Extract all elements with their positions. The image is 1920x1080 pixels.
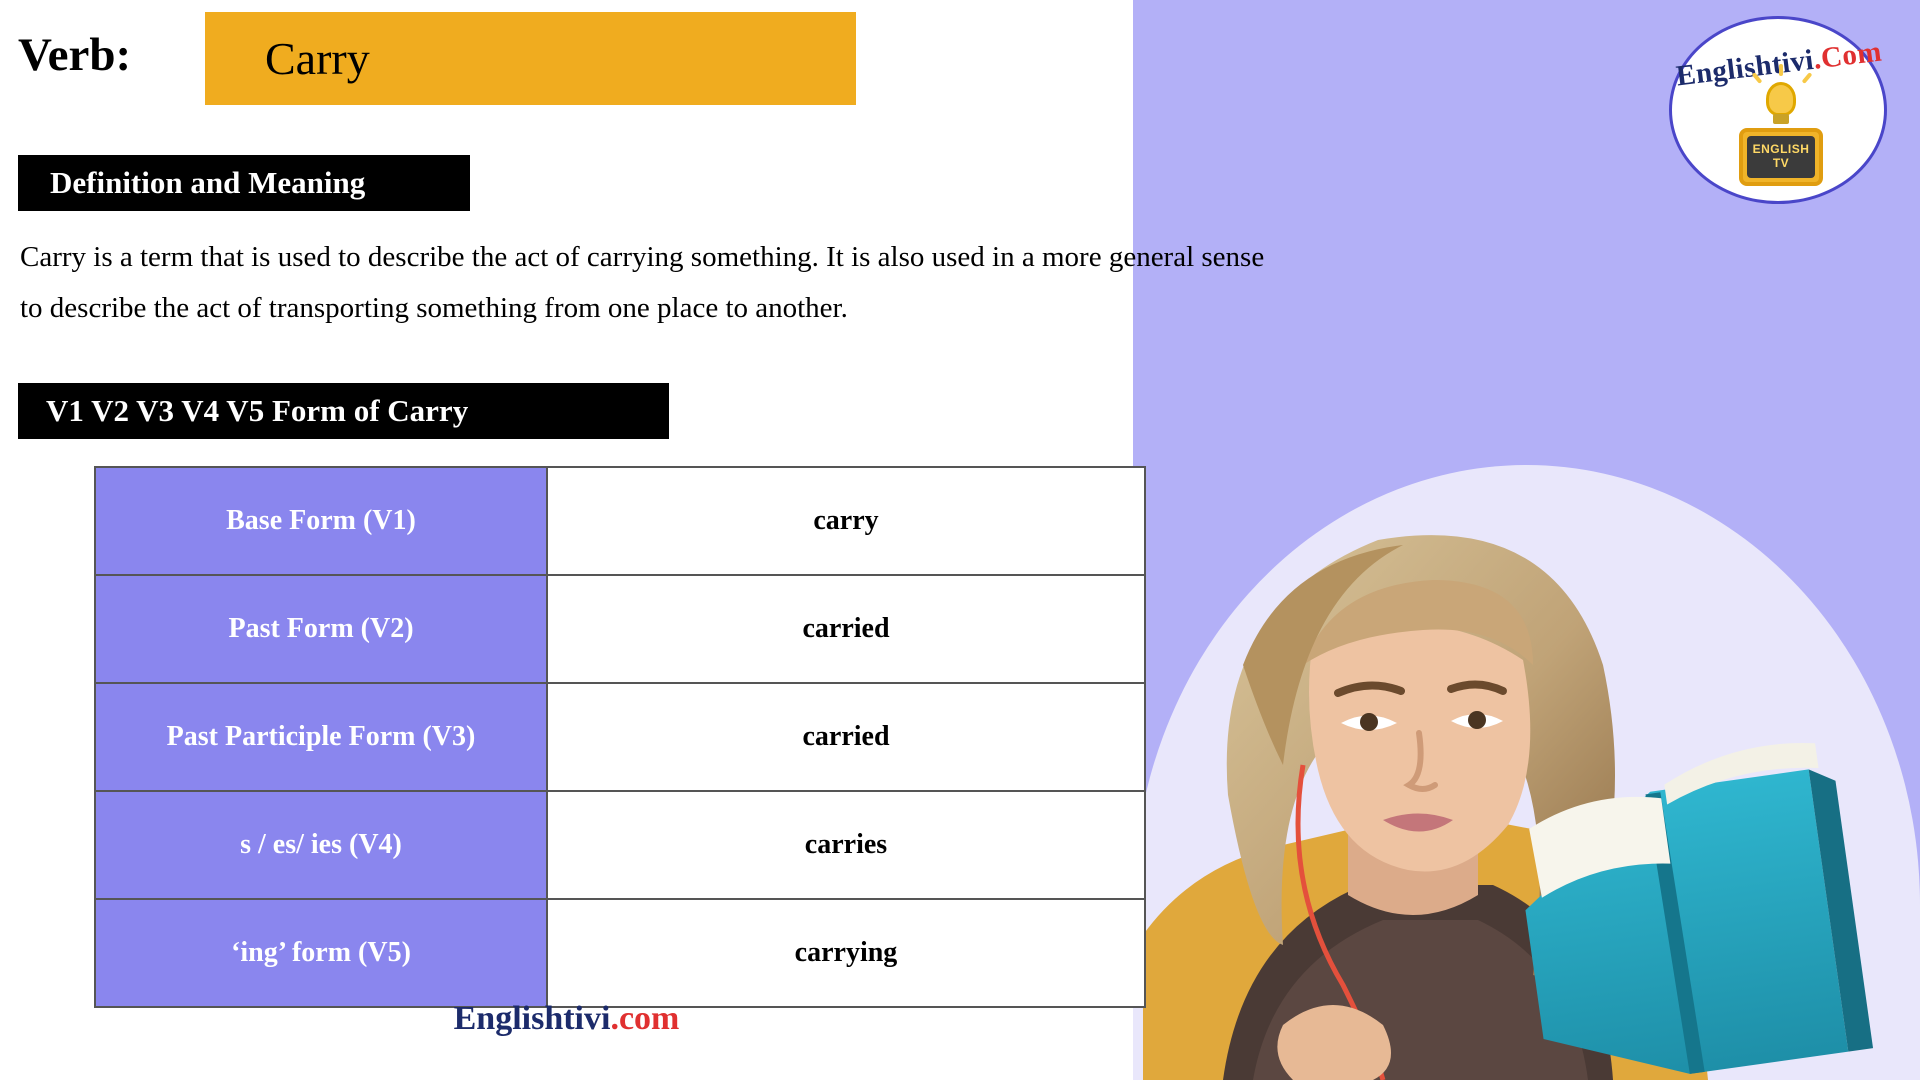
form-label-cell: Past Form (V2) [94, 574, 548, 684]
form-value-cell: carrying [546, 898, 1146, 1008]
verb-label: Verb: [18, 29, 132, 81]
definition-section-tag: Definition and Meaning [18, 155, 470, 211]
form-value-cell: carried [546, 682, 1146, 792]
site-logo: Englishtivi.Com ENGLISH TV [1663, 10, 1895, 210]
form-value-cell: carried [546, 574, 1146, 684]
page-root: Englishtivi.Com ENGLISH TV Verb: Carry D… [0, 0, 1920, 1080]
tv-screen-label: ENGLISH TV [1752, 142, 1810, 170]
form-value-cell: carries [546, 790, 1146, 900]
woman-reading-photo [1143, 535, 1874, 1080]
form-label-cell: s / es/ ies (V4) [94, 790, 548, 900]
lightbulb-base-icon [1773, 114, 1789, 124]
form-label-cell: Past Participle Form (V3) [94, 682, 548, 792]
form-label-cell: Base Form (V1) [94, 466, 548, 576]
verb-word: Carry [265, 33, 370, 84]
table-row: Past Participle Form (V3) carried [94, 682, 1146, 792]
table-row: ‘ing’ form (V5) carrying [94, 898, 1146, 1008]
lightbulb-icon [1766, 82, 1796, 116]
table-row: Past Form (V2) carried [94, 574, 1146, 684]
verb-forms-table: Base Form (V1) carry Past Form (V2) carr… [94, 466, 1146, 1008]
form-label-cell: ‘ing’ form (V5) [94, 898, 548, 1008]
forms-section-tag: V1 V2 V3 V4 V5 Form of Carry [18, 383, 669, 439]
footer-brand: Englishtivi.com [0, 1000, 1133, 1038]
logo-brand-suffix: .Com [1811, 35, 1884, 76]
bulb-ray-icon [1779, 64, 1783, 76]
table-row: s / es/ ies (V4) carries [94, 790, 1146, 900]
definition-paragraph: Carry is a term that is used to describe… [20, 241, 1265, 324]
table-row: Base Form (V1) carry [94, 466, 1146, 576]
footer-brand-suffix: .com [610, 1000, 680, 1037]
form-value-cell: carry [546, 466, 1146, 576]
footer-brand-name: Englishtivi [453, 1000, 611, 1037]
